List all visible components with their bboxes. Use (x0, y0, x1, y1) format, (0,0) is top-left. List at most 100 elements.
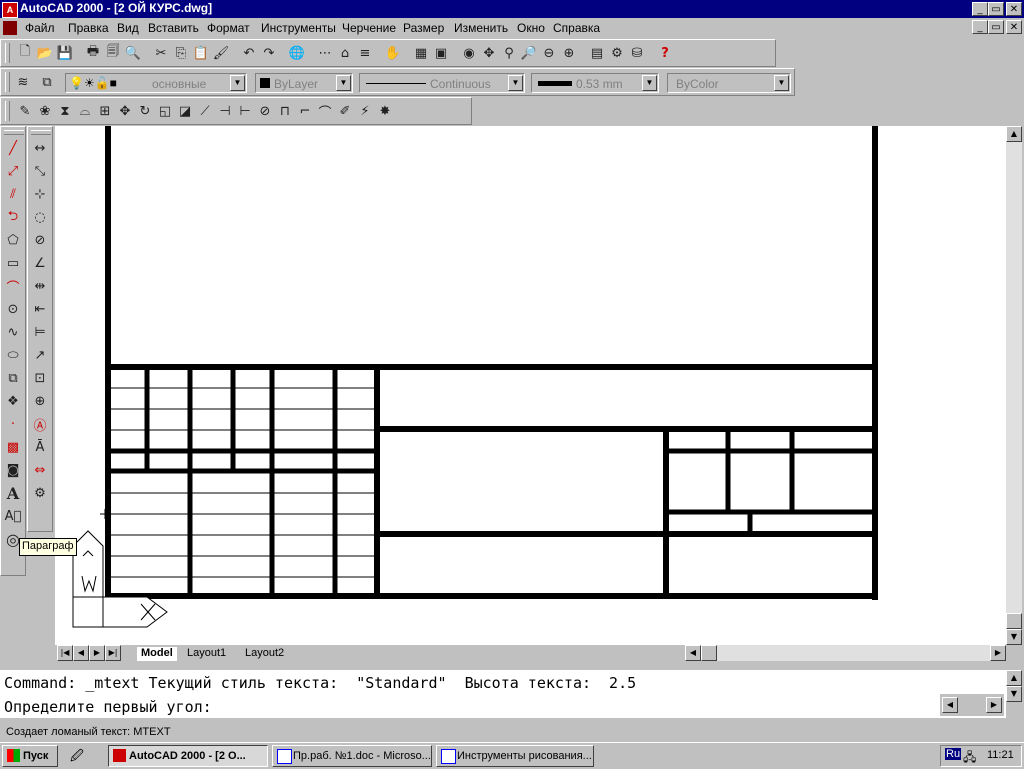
linetype-dropdown[interactable]: Continuous ▼ (359, 73, 525, 93)
cut-icon[interactable]: ✂ (151, 43, 171, 63)
plotstyle-dropdown[interactable]: ByColor ▼ (667, 73, 791, 93)
find-icon[interactable]: 🔍 (123, 43, 143, 63)
toolbar-grip[interactable] (4, 130, 24, 135)
chevron-down-icon[interactable]: ▼ (642, 75, 657, 91)
break-at-point-icon[interactable]: ⊓ (275, 101, 295, 121)
design-center-icon[interactable]: ⚙ (607, 43, 627, 63)
network-icon[interactable]: 🖧 (963, 748, 976, 769)
match-properties-icon[interactable]: 🖌 (211, 43, 231, 63)
baseline-dim-icon[interactable]: ⇤ (30, 298, 50, 321)
scroll-right-icon[interactable]: ▶ (986, 697, 1002, 713)
tolerance-icon[interactable]: ⊡ (30, 367, 50, 390)
trim-icon[interactable]: ⊣ (215, 101, 235, 121)
insert-block-icon[interactable]: ⧉ (3, 367, 23, 390)
pan-realtime-icon[interactable]: ✥ (479, 43, 499, 63)
menu-tools[interactable]: Инструменты (261, 21, 336, 35)
aligned-dim-icon[interactable]: ⤡ (30, 160, 50, 183)
object-snap-icon[interactable]: ⋯ (315, 43, 335, 63)
hatch-icon[interactable]: ▩ (3, 436, 23, 459)
show-desktop-icon[interactable]: 🖉 (70, 747, 90, 765)
new-file-icon[interactable]: 🗋 (15, 43, 35, 63)
linear-dim-icon[interactable]: ↔ (30, 137, 50, 160)
zoom-window-icon[interactable]: 🔎 (519, 43, 539, 63)
tab-layout2[interactable]: Layout2 (245, 647, 284, 661)
toolbar-grip[interactable] (5, 101, 10, 121)
array-icon[interactable]: ⊞ (95, 101, 115, 121)
task-autocad[interactable]: AutoCAD 2000 - [2 О... (108, 745, 268, 767)
print-preview-icon[interactable]: 🗐 (103, 43, 123, 63)
language-indicator[interactable]: Ru (945, 748, 962, 760)
3d-orbit-icon[interactable]: ◉ (459, 43, 479, 63)
multiline-text-icon[interactable]: A (3, 482, 23, 505)
ordinate-dim-icon[interactable]: ⊹ (30, 183, 50, 206)
menu-dimension[interactable]: Размер (403, 21, 444, 35)
menu-edit[interactable]: Правка (68, 21, 109, 35)
ucs-icon[interactable]: ⌂ (335, 43, 355, 63)
scroll-down-icon[interactable]: ▼ (1006, 686, 1022, 702)
lengthen-icon[interactable]: ⟋ (195, 101, 215, 121)
dim-edit-icon[interactable]: Ⓐ (30, 413, 50, 436)
task-word[interactable]: Пр.раб. №1.doc - Microso... (272, 745, 432, 767)
lineweight-dropdown[interactable]: 0.53 mm ▼ (531, 73, 659, 93)
prev-tab-icon[interactable]: ◀ (73, 645, 89, 661)
undo-icon[interactable]: ↶ (239, 43, 259, 63)
scroll-thumb[interactable] (1006, 613, 1022, 629)
single-text-icon[interactable]: A⃞ (3, 505, 23, 528)
polygon-icon[interactable]: ⬠ (3, 229, 23, 252)
arc-icon[interactable]: ⌒ (3, 275, 23, 298)
menu-modify[interactable]: Изменить (454, 21, 508, 35)
spline-icon[interactable]: ∿ (3, 321, 23, 344)
scroll-left-icon[interactable]: ◀ (942, 697, 958, 713)
make-current-layer-icon[interactable]: ⧉ (37, 72, 57, 92)
redo-icon[interactable]: ↷ (259, 43, 279, 63)
copy-icon[interactable]: ⎘ (171, 43, 191, 63)
region-icon[interactable]: ◙ (3, 459, 23, 482)
task-drawing-tools[interactable]: Инструменты рисования... (436, 745, 594, 767)
chamfer-icon[interactable]: ⌐ (295, 101, 315, 121)
zoom-previous-icon[interactable]: ⊖ (539, 43, 559, 63)
tracking-icon[interactable]: ≡ (355, 43, 375, 63)
database-icon[interactable]: ⛁ (627, 43, 647, 63)
chevron-down-icon[interactable]: ▼ (508, 75, 523, 91)
explode2-icon[interactable]: ✸ (375, 101, 395, 121)
radius-dim-icon[interactable]: ◌ (30, 206, 50, 229)
close-button[interactable]: ✕ (1006, 2, 1022, 16)
toolbar-grip[interactable] (5, 43, 10, 63)
doc-minimize-button[interactable]: _ (972, 20, 988, 34)
move-icon[interactable]: ✥ (115, 101, 135, 121)
angular-dim-icon[interactable]: ∠ (30, 252, 50, 275)
copy-object-icon[interactable]: ❀ (35, 101, 55, 121)
last-tab-icon[interactable]: ▶| (105, 645, 121, 661)
menu-window[interactable]: Окно (517, 21, 545, 35)
menu-view[interactable]: Вид (117, 21, 139, 35)
multiline-icon[interactable]: ⫽ (3, 183, 23, 206)
scroll-right-icon[interactable]: ▶ (990, 645, 1006, 661)
doc-close-button[interactable]: ✕ (1006, 20, 1022, 34)
line-icon[interactable]: ╱ (3, 137, 23, 160)
ellipse-icon[interactable]: ⬭ (3, 344, 23, 367)
quick-dim-icon[interactable]: ⇹ (30, 275, 50, 298)
fillet-icon[interactable]: ⌒ (315, 101, 335, 121)
autocad-app-icon[interactable]: A (2, 2, 18, 18)
rectangle-icon[interactable]: ▭ (3, 252, 23, 275)
horizontal-scrollbar[interactable]: ◀ ▶ (685, 645, 1006, 661)
vertical-scrollbar[interactable]: ▲ ▼ (1006, 126, 1022, 645)
menu-format[interactable]: Формат (207, 21, 250, 35)
properties-icon[interactable]: ▤ (587, 43, 607, 63)
toolbar-grip[interactable] (5, 72, 10, 92)
menu-insert[interactable]: Вставить (148, 21, 199, 35)
zoom-realtime-icon[interactable]: ⚲ (499, 43, 519, 63)
zoom-extents-icon[interactable]: ⊕ (559, 43, 579, 63)
command-h-scroll[interactable]: ◀ ▶ (940, 694, 1004, 716)
dim-style-icon[interactable]: ⚙ (30, 482, 50, 505)
join-icon[interactable]: ⚡ (355, 101, 375, 121)
scale-icon[interactable]: ◱ (155, 101, 175, 121)
extend-icon[interactable]: ⊢ (235, 101, 255, 121)
circle-icon[interactable]: ⊙ (3, 298, 23, 321)
construction-line-icon[interactable]: ⤢ (3, 160, 23, 183)
restore-button[interactable]: ▭ (988, 2, 1004, 16)
layers-icon[interactable]: ≋ (13, 72, 33, 92)
menu-help[interactable]: Справка (553, 21, 600, 35)
chevron-down-icon[interactable]: ▼ (336, 75, 351, 91)
command-scrollbar[interactable]: ▲ ▼ (1006, 670, 1022, 718)
